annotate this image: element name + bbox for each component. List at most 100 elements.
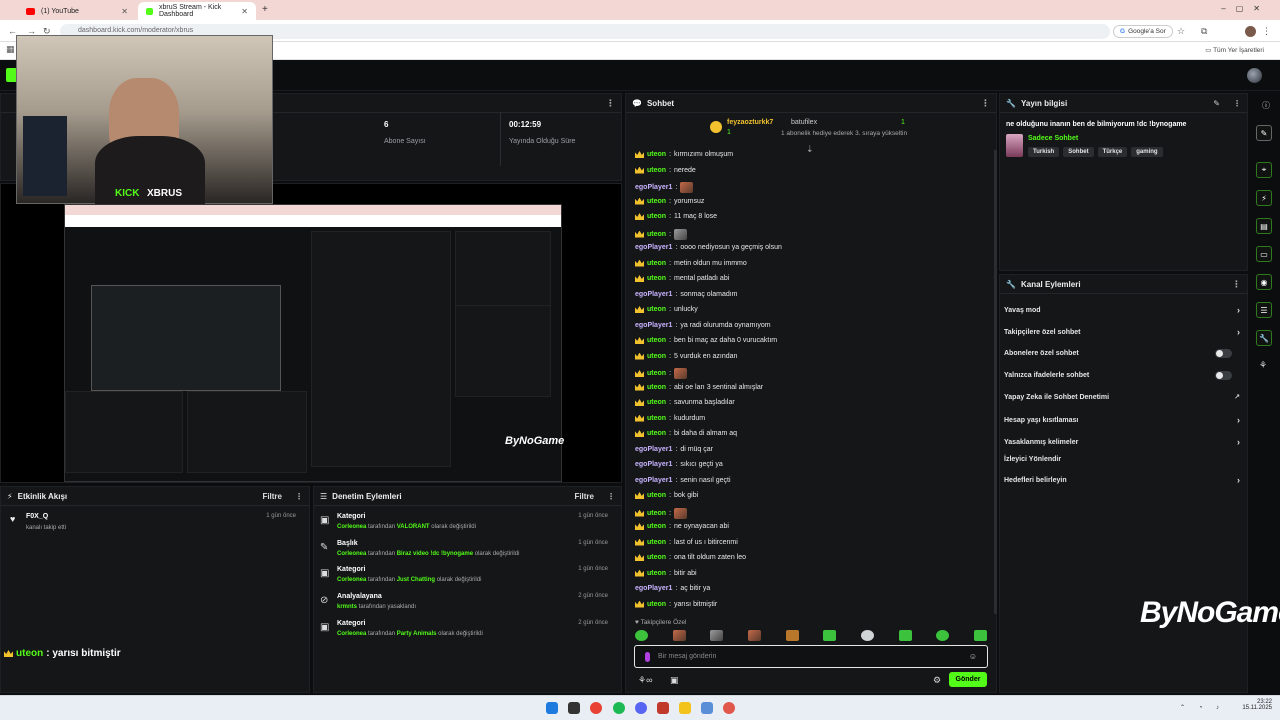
chat-username[interactable]: uteon [647, 570, 666, 577]
send-button[interactable]: Gönder [949, 672, 987, 687]
wrench-tool-button[interactable]: 🔧 [1256, 330, 1272, 346]
chat-username[interactable]: uteon [647, 554, 666, 561]
chat-message[interactable]: egoPlayer1: di müq çar [635, 446, 713, 453]
chat-username[interactable]: egoPlayer1 [635, 291, 672, 298]
chat-username[interactable]: uteon [647, 337, 666, 344]
channel-action-item[interactable]: Hesap yaşı kısıtlaması › [1004, 415, 1240, 425]
tag[interactable]: Turkish [1028, 147, 1060, 157]
chat-message[interactable]: egoPlayer1: sıkıcı geçti ya [635, 461, 723, 468]
emoji-icon[interactable]: ☺ [969, 652, 977, 661]
settings-icon[interactable]: ⚙ [933, 675, 941, 686]
chat-tool-button[interactable]: ▭ [1256, 246, 1272, 262]
chat-message[interactable]: egoPlayer1: oooo nediyosun ya geçmiş olsu… [635, 244, 782, 251]
spotify-icon[interactable] [613, 702, 625, 714]
chat-username[interactable]: uteon [647, 415, 666, 422]
channel-action-item[interactable]: Hedefleri belirleyin › [1004, 475, 1240, 485]
settings-app-icon[interactable] [701, 702, 713, 714]
chat-username[interactable]: uteon [647, 510, 666, 517]
emote-icon[interactable] [973, 630, 987, 641]
chat-message[interactable]: uteon: mental patladı abi [635, 275, 729, 282]
emote-icon[interactable] [936, 630, 950, 641]
more-icon[interactable]: ⋮ [1232, 279, 1241, 290]
tag[interactable]: Türkçe [1097, 147, 1128, 157]
chat-message[interactable]: uteon: [635, 507, 690, 519]
toggle-switch[interactable] [1215, 349, 1232, 358]
more-icon[interactable]: ⋮ [981, 98, 990, 109]
obs-icon[interactable] [723, 702, 735, 714]
moderator-name[interactable]: krmnts [337, 604, 357, 610]
apps-icon[interactable]: ▦ [6, 44, 15, 55]
chat-message[interactable]: uteon: bi daha di almam aq [635, 430, 737, 437]
scroll-down-icon[interactable]: ⇣ [806, 144, 814, 155]
chat-username[interactable]: egoPlayer1 [635, 585, 672, 592]
close-icon[interactable]: ✕ [121, 7, 128, 16]
discord-icon[interactable] [635, 702, 647, 714]
chat-username[interactable]: uteon [647, 601, 666, 608]
window-controls[interactable]: –▢✕ [1221, 4, 1270, 13]
chat-username[interactable]: uteon [647, 151, 666, 158]
chat-message[interactable]: uteon:5 vurduk en azından [635, 352, 737, 360]
close-icon[interactable]: ✕ [241, 7, 248, 16]
channel-action-item[interactable]: Takipçilere özel sohbet › [1004, 327, 1240, 337]
chat-username[interactable]: uteon [647, 213, 666, 220]
chat-username[interactable]: uteon [647, 260, 666, 267]
chat-message[interactable]: uteon: [635, 228, 690, 240]
chat-message[interactable]: uteon: unlucky [635, 306, 698, 313]
stream-preview-video[interactable]: ByNoGame [64, 204, 564, 482]
points-icon[interactable]: ⚘∞ [638, 675, 652, 686]
chat-message[interactable]: uteon:11 maç 8 lose [635, 213, 717, 220]
tag[interactable]: gaming [1131, 147, 1163, 157]
chat-message[interactable]: uteon: abi oe ları 3 sentinal almışlar [635, 383, 763, 391]
chat-message[interactable]: egoPlayer1: aç bitir ya [635, 585, 710, 592]
emote-icon[interactable] [747, 630, 761, 641]
emote-icon[interactable] [898, 630, 912, 641]
chat-username[interactable]: uteon [647, 198, 666, 205]
chat-username[interactable]: egoPlayer1 [635, 461, 672, 468]
chat-username[interactable]: egoPlayer1 [635, 184, 672, 191]
channel-action-item[interactable]: Yavaş mod › [1004, 305, 1240, 315]
chat-scrollbar[interactable] [994, 150, 997, 614]
chat-message[interactable]: egoPlayer1: senin nasıl geçti [635, 477, 731, 484]
chat-username[interactable]: uteon [647, 370, 666, 377]
chat-message[interactable]: uteon: nerede [635, 166, 696, 174]
chat-username[interactable]: uteon [647, 353, 666, 360]
chat-username[interactable]: uteon [647, 523, 666, 530]
filter-button[interactable]: Filtre [262, 492, 282, 501]
chat-username[interactable]: egoPlayer1 [635, 322, 672, 329]
emote-icon[interactable] [672, 630, 686, 641]
chat-message[interactable]: uteon: ne oynayacan abi [635, 523, 729, 530]
emote-icon[interactable] [860, 630, 874, 641]
moderator-name[interactable]: Corleonea [337, 577, 366, 583]
chat-username[interactable]: uteon [647, 275, 666, 282]
tab-kick-dashboard[interactable]: xbruS Stream - Kick Dashboard ✕ [138, 2, 256, 20]
bolt-tool-button[interactable]: ⚡ [1256, 190, 1272, 206]
info-icon[interactable]: ⓘ [1262, 100, 1270, 111]
user-avatar[interactable] [1247, 68, 1262, 83]
chat-message[interactable]: egoPlayer1: ya radi olurumda oynamıyom [635, 322, 771, 329]
emote-icon[interactable] [785, 630, 799, 641]
chat-message[interactable]: uteon: last of us ı bitircenmi [635, 538, 738, 546]
more-icon[interactable]: ⋮ [606, 98, 615, 109]
emote-bar[interactable] [635, 630, 987, 642]
chat-username[interactable]: uteon [647, 430, 666, 437]
pinned-user[interactable]: feyzaozturkk7 [727, 119, 773, 126]
chat-message[interactable]: uteon: kırmızımı olmuşum [635, 151, 733, 158]
menu-icon[interactable]: ⋮ [1262, 26, 1271, 37]
tab-youtube[interactable]: (1) YouTube ✕ [18, 2, 136, 20]
all-bookmarks[interactable]: ▭ Tüm Yer İşaretleri [1205, 46, 1264, 54]
taskview-icon[interactable] [568, 702, 580, 714]
list-tool-button[interactable]: ☰ [1256, 302, 1272, 318]
start-icon[interactable] [546, 702, 558, 714]
chat-message[interactable]: egoPlayer1: sonmaç olamadım [635, 291, 738, 298]
star-icon[interactable]: ☆ [1177, 26, 1185, 37]
chat-username[interactable]: uteon [647, 306, 666, 313]
chat-username[interactable]: uteon [647, 231, 666, 238]
app-icon[interactable] [657, 702, 669, 714]
new-tab-button[interactable]: + [262, 4, 268, 15]
add-widget-icon[interactable]: ⚘ [1259, 360, 1267, 371]
chat-username[interactable]: uteon [647, 167, 666, 174]
chat-message[interactable]: uteon: ona tilt oldum zaten leo [635, 554, 746, 561]
emote-icon[interactable] [710, 630, 724, 641]
chat-message[interactable]: uteon: ben bi maç az daha 0 vurucaktım [635, 337, 777, 344]
broadcast-tool-button[interactable]: ◉ [1256, 274, 1272, 290]
